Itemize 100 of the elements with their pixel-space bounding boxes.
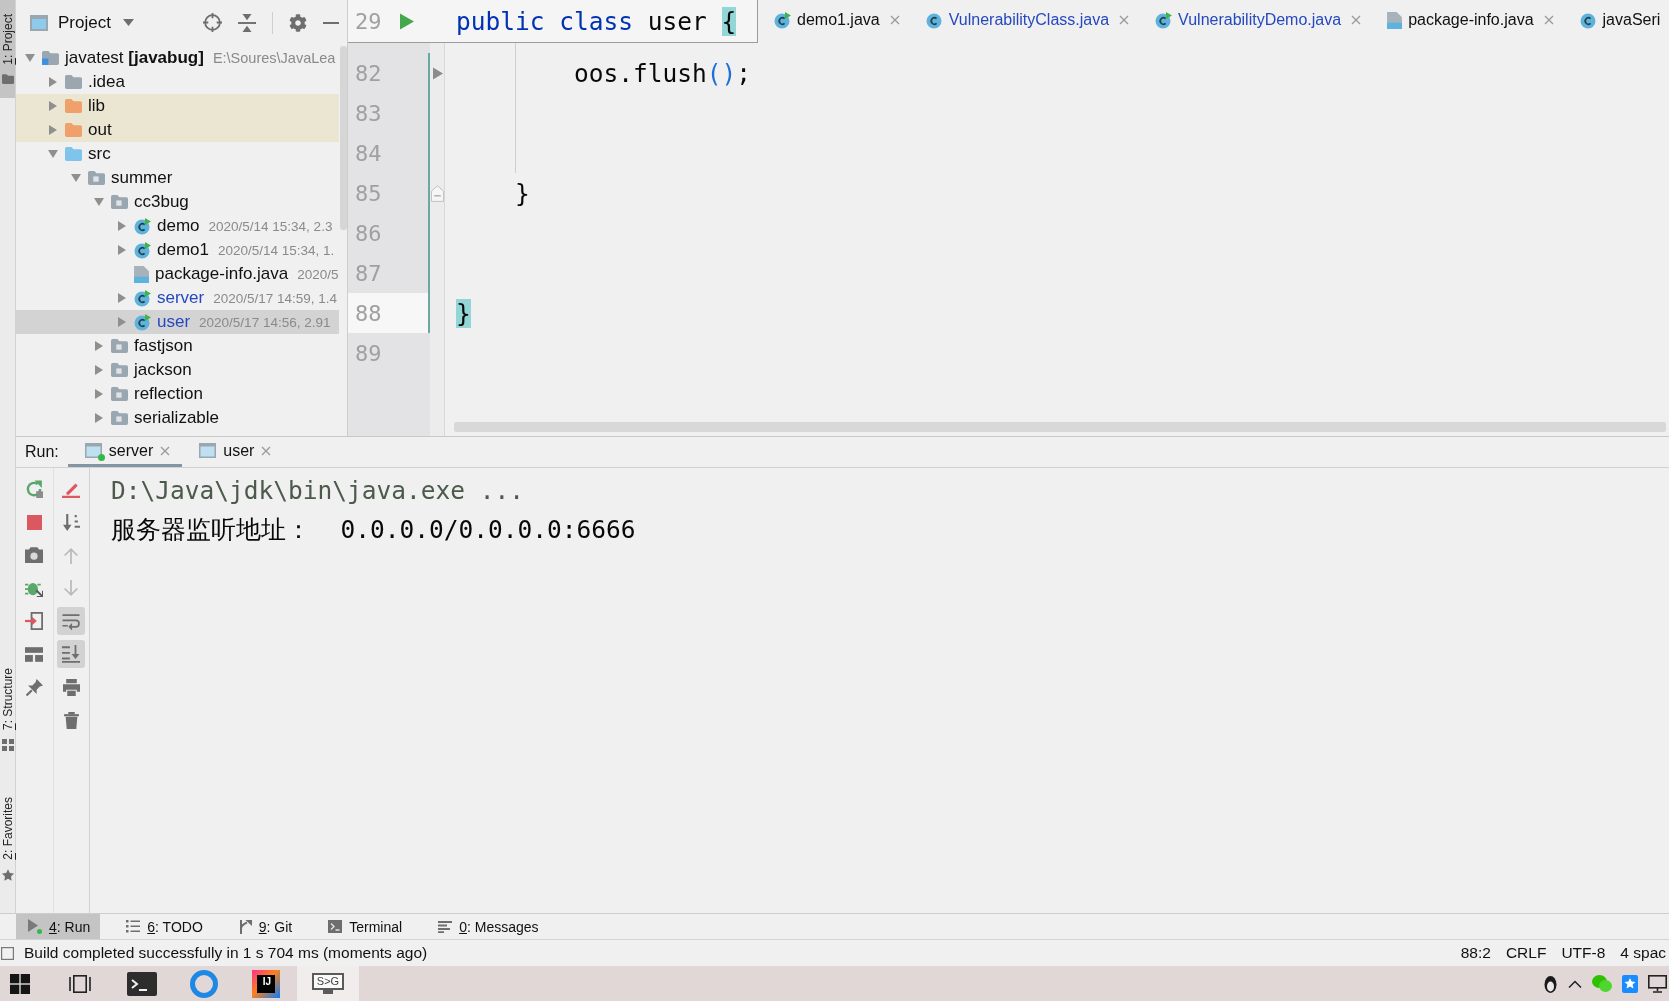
editor-tab[interactable]: javaSeri (1565, 2, 1669, 41)
tree-item[interactable]: user 2020/5/17 14:56, 2.91 (16, 310, 339, 334)
tool-window-button[interactable]: 4: Run (16, 914, 101, 939)
tool-window-button[interactable]: 0: Messages (426, 914, 549, 939)
tree-item[interactable]: jackson (16, 358, 339, 382)
tree-item[interactable]: server 2020/5/17 14:59, 1.4 (16, 286, 339, 310)
fold-icon[interactable] (431, 184, 444, 202)
soft-wrap-button[interactable] (57, 607, 86, 635)
run-label: Run: (25, 443, 59, 461)
package-folder-icon (111, 363, 128, 377)
tool-window-button[interactable]: Terminal (316, 914, 413, 939)
code-line: oos.flush(); (574, 58, 752, 88)
triangle-marker-icon[interactable] (432, 66, 443, 80)
tree-item[interactable]: demo1 2020/5/14 15:34, 1. (16, 238, 339, 262)
run-tab[interactable]: server (67, 437, 183, 467)
caret-right-icon[interactable] (49, 101, 57, 111)
text-lines-icon (438, 920, 453, 933)
tree-item[interactable]: fastjson (16, 334, 339, 358)
caret-up-icon[interactable] (1568, 979, 1582, 988)
pin-icon (25, 678, 43, 696)
caret-down-icon[interactable] (48, 150, 58, 158)
run-tab[interactable]: user (182, 437, 284, 467)
close-icon[interactable] (160, 445, 171, 456)
horizontal-scrollbar[interactable] (454, 422, 1666, 432)
tree-item[interactable]: src (16, 142, 339, 166)
scroll-to-end-button[interactable] (57, 640, 86, 668)
tree-item[interactable]: package-info.java 2020/5 (16, 262, 339, 286)
minimize-icon[interactable] (323, 21, 339, 24)
tree-item[interactable]: javatest [javabug] E:\Soures\JavaLea (16, 46, 339, 70)
star-tile-icon[interactable] (1622, 974, 1638, 993)
caret-right-icon[interactable] (49, 125, 57, 135)
taskbar-app-button[interactable]: S>G (297, 966, 359, 1001)
caret-right-icon[interactable] (118, 221, 126, 231)
crosshair-icon[interactable] (203, 13, 222, 32)
editor-tab[interactable]: demo1.java (760, 2, 912, 41)
caret-right-icon[interactable] (95, 413, 103, 423)
close-icon[interactable] (1351, 15, 1362, 25)
line-number: 86 (348, 213, 430, 253)
vertical-scrollbar[interactable] (340, 46, 347, 230)
close-icon[interactable] (261, 445, 272, 456)
caret-right-icon[interactable] (118, 317, 126, 327)
caret-right-icon[interactable] (95, 365, 103, 375)
tree-item[interactable]: out (16, 118, 339, 142)
status-widget[interactable]: 4 spac (1620, 944, 1666, 962)
tree-item[interactable]: serializable (16, 406, 339, 430)
runnable-class-icon (134, 241, 151, 259)
chat-bubbles-icon[interactable] (1592, 975, 1612, 992)
code-line: } (515, 178, 530, 208)
tree-item[interactable]: lib (16, 94, 339, 118)
console-line: D:\Java\jdk\bin\java.exe ... (111, 475, 524, 507)
editor-tab[interactable]: VulnerabilityDemo.java (1141, 2, 1374, 41)
square-icon[interactable] (1, 946, 14, 960)
settings-icon[interactable] (289, 13, 307, 32)
taskbar-app-button[interactable]: IJ (235, 966, 297, 1001)
java-file-icon (134, 265, 149, 283)
close-icon[interactable] (889, 15, 900, 25)
caret-right-icon[interactable] (49, 77, 57, 87)
tool-window-tab[interactable]: 1: Project (0, 0, 15, 98)
play-icon[interactable] (399, 12, 414, 30)
package-folder-icon (111, 387, 128, 401)
code-line: public class user { (456, 6, 737, 36)
tree-item[interactable]: demo 2020/5/14 15:34, 2.3 (16, 214, 339, 238)
framed-pane-icon (69, 973, 91, 994)
tree-item[interactable]: cc3bug (16, 190, 339, 214)
caret-down-icon[interactable] (25, 54, 35, 62)
editor-tab[interactable]: package-info.java (1373, 2, 1566, 41)
editor-tab[interactable]: VulnerabilityClass.java (911, 2, 1142, 41)
grid-icon (1, 739, 14, 752)
printer-icon (62, 678, 80, 696)
line-number: 29 (355, 8, 382, 34)
caret-down-icon[interactable] (94, 198, 104, 206)
line-number: 88 (348, 293, 430, 333)
pencil-line-icon (62, 480, 81, 498)
arrows-to-line-icon[interactable] (238, 13, 256, 32)
list-icon (126, 920, 141, 933)
status-widget[interactable]: UTF-8 (1561, 944, 1606, 962)
caret-right-icon[interactable] (95, 341, 103, 351)
caret-right-icon[interactable] (118, 245, 126, 255)
tree-item[interactable]: summer (16, 166, 339, 190)
monitor-icon[interactable] (1648, 974, 1667, 993)
caret-right-icon[interactable] (95, 389, 103, 399)
tree-item[interactable]: reflection (16, 382, 339, 406)
wrap-lines-icon (62, 612, 81, 630)
penguin-icon[interactable] (1543, 974, 1558, 993)
caret-right-icon[interactable] (118, 293, 126, 303)
folder-icon (65, 75, 82, 89)
status-widget[interactable]: CRLF (1505, 944, 1547, 962)
tool-window-button[interactable]: 9: Git (226, 914, 303, 939)
status-widget[interactable]: 88:2 (1460, 944, 1491, 962)
tool-window-tab[interactable]: 2: Favorites (0, 783, 15, 895)
caret-down-icon (122, 19, 134, 26)
tool-window-button[interactable]: 6: TODO (114, 914, 213, 939)
close-icon[interactable] (1543, 15, 1554, 25)
caret-down-icon[interactable] (71, 174, 81, 182)
folder-icon (65, 147, 82, 161)
close-icon[interactable] (1119, 15, 1130, 25)
tool-window-tab[interactable]: 7: Structure (0, 654, 15, 766)
trash-icon (63, 711, 79, 729)
view-selector[interactable]: Project (56, 10, 136, 35)
tree-item[interactable]: .idea (16, 70, 339, 94)
